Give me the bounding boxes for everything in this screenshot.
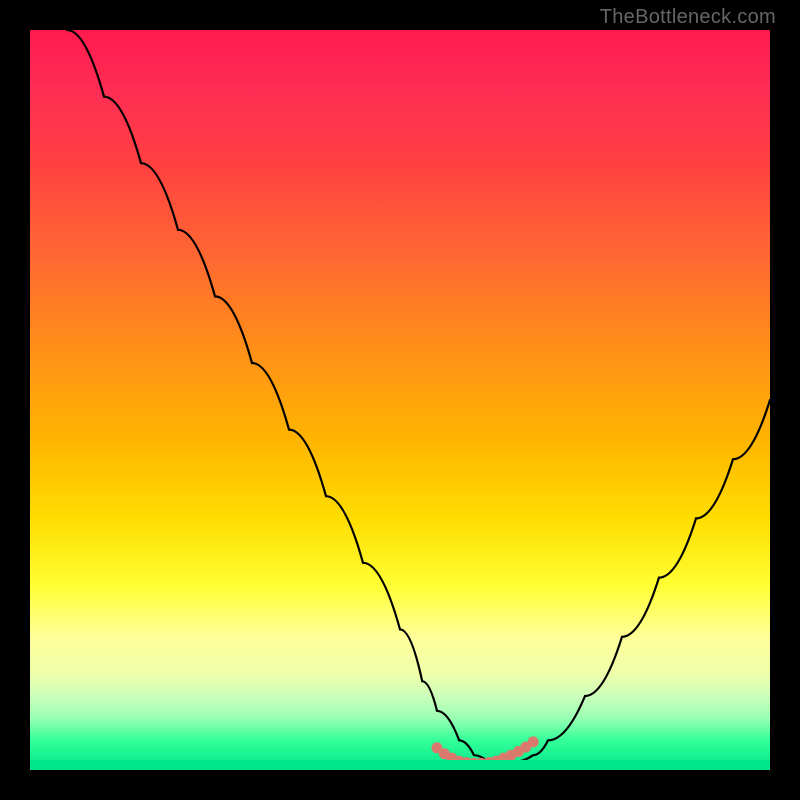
bottleneck-curve-line [67, 30, 770, 763]
chart-plot-layer [30, 30, 770, 770]
attribution-text: TheBottleneck.com [600, 6, 776, 29]
chart-baseline [30, 760, 770, 770]
bottleneck-chart [30, 30, 770, 770]
marker-dot [528, 736, 539, 747]
